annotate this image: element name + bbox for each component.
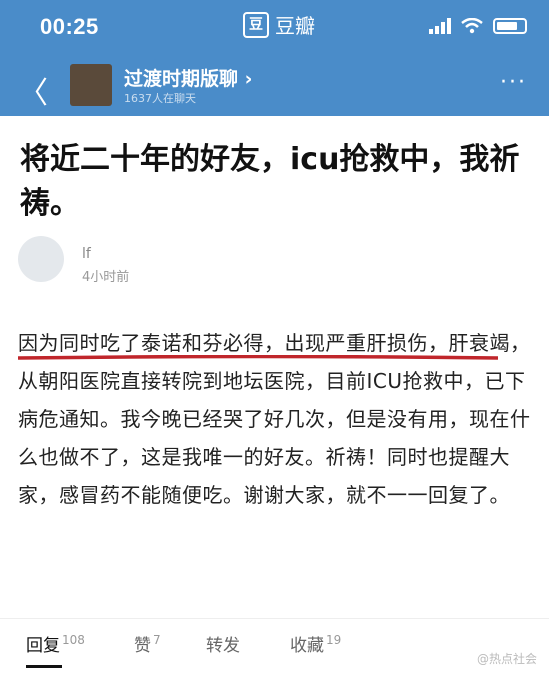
tab-label: 赞 [134, 636, 151, 656]
tab-count: 108 [62, 633, 85, 648]
tab-count: 7 [153, 633, 161, 648]
post-title: 将近二十年的好友，icu抢救中，我祈祷。 [20, 142, 520, 221]
author-name[interactable]: lf [82, 246, 91, 262]
watermark: @热点社会 [476, 652, 537, 666]
group-name[interactable]: 过渡时期版聊 › [124, 64, 252, 91]
tab-like[interactable]: 赞7 [134, 631, 161, 656]
tab-label: 收藏 [290, 636, 324, 656]
tab-share[interactable]: 转发 [206, 631, 242, 656]
active-tab-indicator [26, 665, 62, 668]
signal-icon [429, 18, 451, 34]
more-icon[interactable]: ··· [500, 70, 527, 95]
post-time: 4小时前 [82, 270, 130, 285]
clock: 00:25 [40, 14, 99, 39]
tab-reply[interactable]: 回复 108 [26, 631, 85, 656]
tab-label: 回复 [26, 636, 60, 656]
tab-count: 19 [326, 633, 342, 648]
group-subtitle: 1637人在聊天 [124, 92, 196, 105]
tab-collect[interactable]: 收藏 19 [290, 631, 341, 656]
group-avatar[interactable] [70, 64, 112, 106]
tab-label: 转发 [206, 636, 240, 656]
status-icons [429, 18, 527, 34]
app-title: 豆 豆瓣 [243, 10, 315, 39]
battery-icon [493, 18, 527, 34]
wifi-icon [461, 18, 483, 34]
highlight-underline [18, 355, 498, 360]
group-header: 〈 过渡时期版聊 › 1637人在聊天 ··· [0, 56, 549, 116]
post-content: 因为同时吃了泰诺和芬必得，出现严重肝损伤，肝衰竭，从朝阳医院直接转院到地坛医院，… [18, 331, 531, 507]
back-icon[interactable]: 〈 [18, 68, 48, 112]
douban-logo-icon: 豆 [243, 11, 269, 38]
chevron-right-icon: › [244, 68, 253, 90]
status-bar: 00:25 豆 豆瓣 [0, 0, 549, 56]
group-name-text: 过渡时期版聊 [124, 68, 239, 90]
app-name: 豆瓣 [275, 14, 315, 38]
author-avatar[interactable] [18, 236, 64, 282]
action-tabs: 回复 108 赞7 转发 收藏 19 [0, 618, 549, 669]
